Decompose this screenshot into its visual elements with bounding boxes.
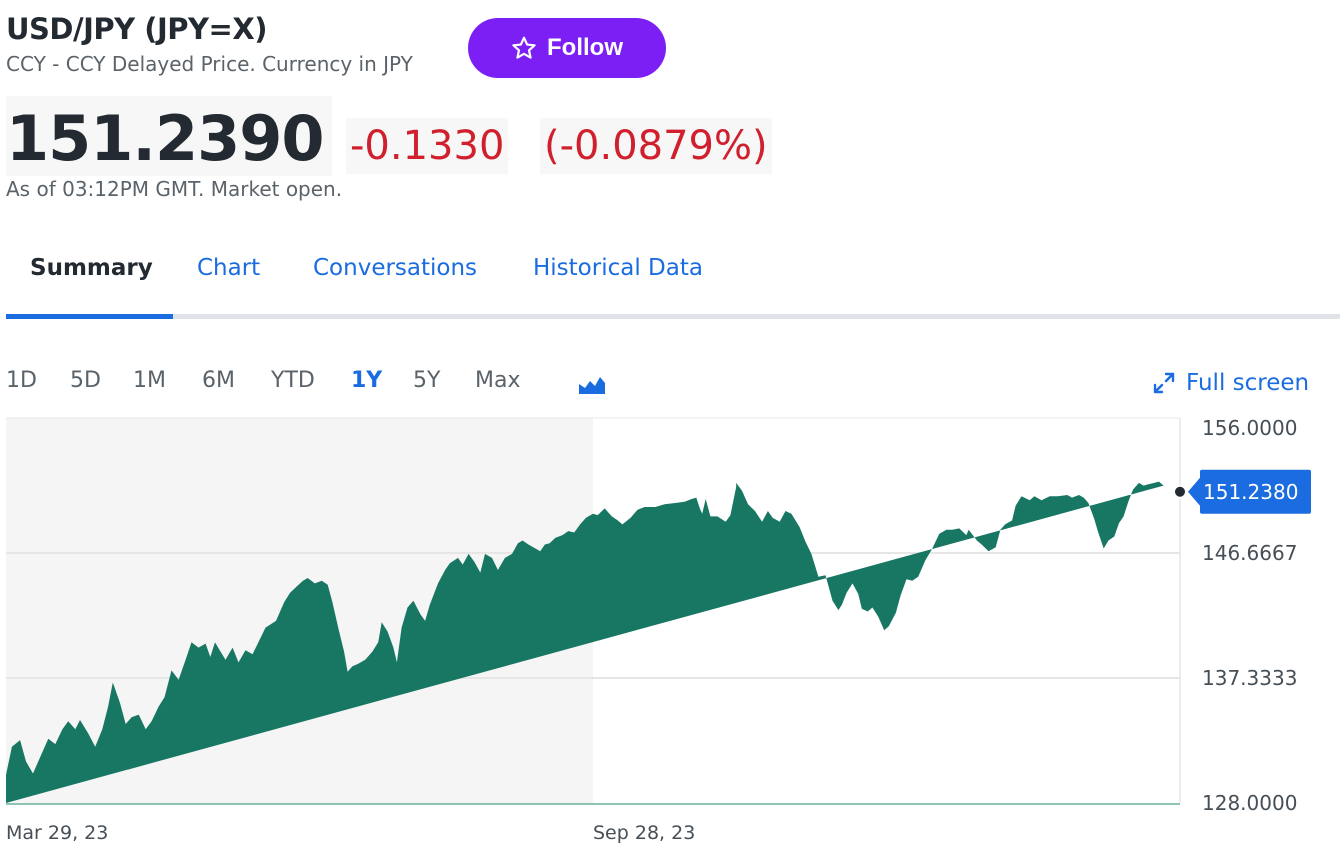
follow-label: Follow: [547, 34, 623, 61]
y-tick-label: 156.0000: [1202, 416, 1297, 440]
full-screen-button[interactable]: Full screen: [1152, 370, 1309, 396]
tab-historical-data[interactable]: Historical Data: [533, 255, 703, 281]
tab-conversations[interactable]: Conversations: [313, 255, 477, 281]
price-chart[interactable]: 156.0000 146.6667 137.3333 128.0000 Mar 29, …: [0, 405, 1340, 864]
price-change-percent: (-0.0879%): [540, 118, 772, 174]
current-price: 151.2390: [6, 96, 332, 176]
tab-summary[interactable]: Summary: [30, 255, 153, 281]
area-chart-icon[interactable]: [578, 372, 606, 396]
quote-subtitle: CCY - CCY Delayed Price. Currency in JPY: [6, 52, 413, 76]
x-tick-label: Mar 29, 23: [6, 822, 108, 844]
range-1m[interactable]: 1M: [133, 368, 166, 393]
range-1d[interactable]: 1D: [6, 368, 37, 393]
follow-button[interactable]: Follow: [468, 18, 666, 78]
range-6m[interactable]: 6M: [202, 368, 235, 393]
x-tick-label: Sep 28, 23: [593, 822, 695, 844]
current-value-dot: [1173, 484, 1187, 499]
range-5d[interactable]: 5D: [70, 368, 101, 393]
full-screen-label: Full screen: [1186, 370, 1310, 396]
tab-divider: [6, 314, 1340, 319]
market-status: As of 03:12PM GMT. Market open.: [6, 177, 343, 201]
price-change: -0.1330: [346, 118, 509, 174]
range-max[interactable]: Max: [475, 368, 520, 393]
range-ytd[interactable]: YTD: [271, 368, 315, 393]
current-value-label: 151.2380: [1203, 480, 1298, 504]
y-tick-label: 146.6667: [1202, 541, 1297, 565]
tab-chart[interactable]: Chart: [197, 255, 260, 281]
page-title: USD/JPY (JPY=X): [6, 12, 267, 46]
active-tab-indicator: [6, 314, 173, 319]
y-tick-label: 128.0000: [1202, 791, 1297, 815]
range-5y[interactable]: 5Y: [413, 368, 440, 393]
expand-arrows-icon: [1153, 372, 1175, 394]
y-tick-label: 137.3333: [1202, 666, 1297, 690]
range-1y[interactable]: 1Y: [351, 368, 382, 393]
star-outline-icon: [512, 36, 536, 59]
